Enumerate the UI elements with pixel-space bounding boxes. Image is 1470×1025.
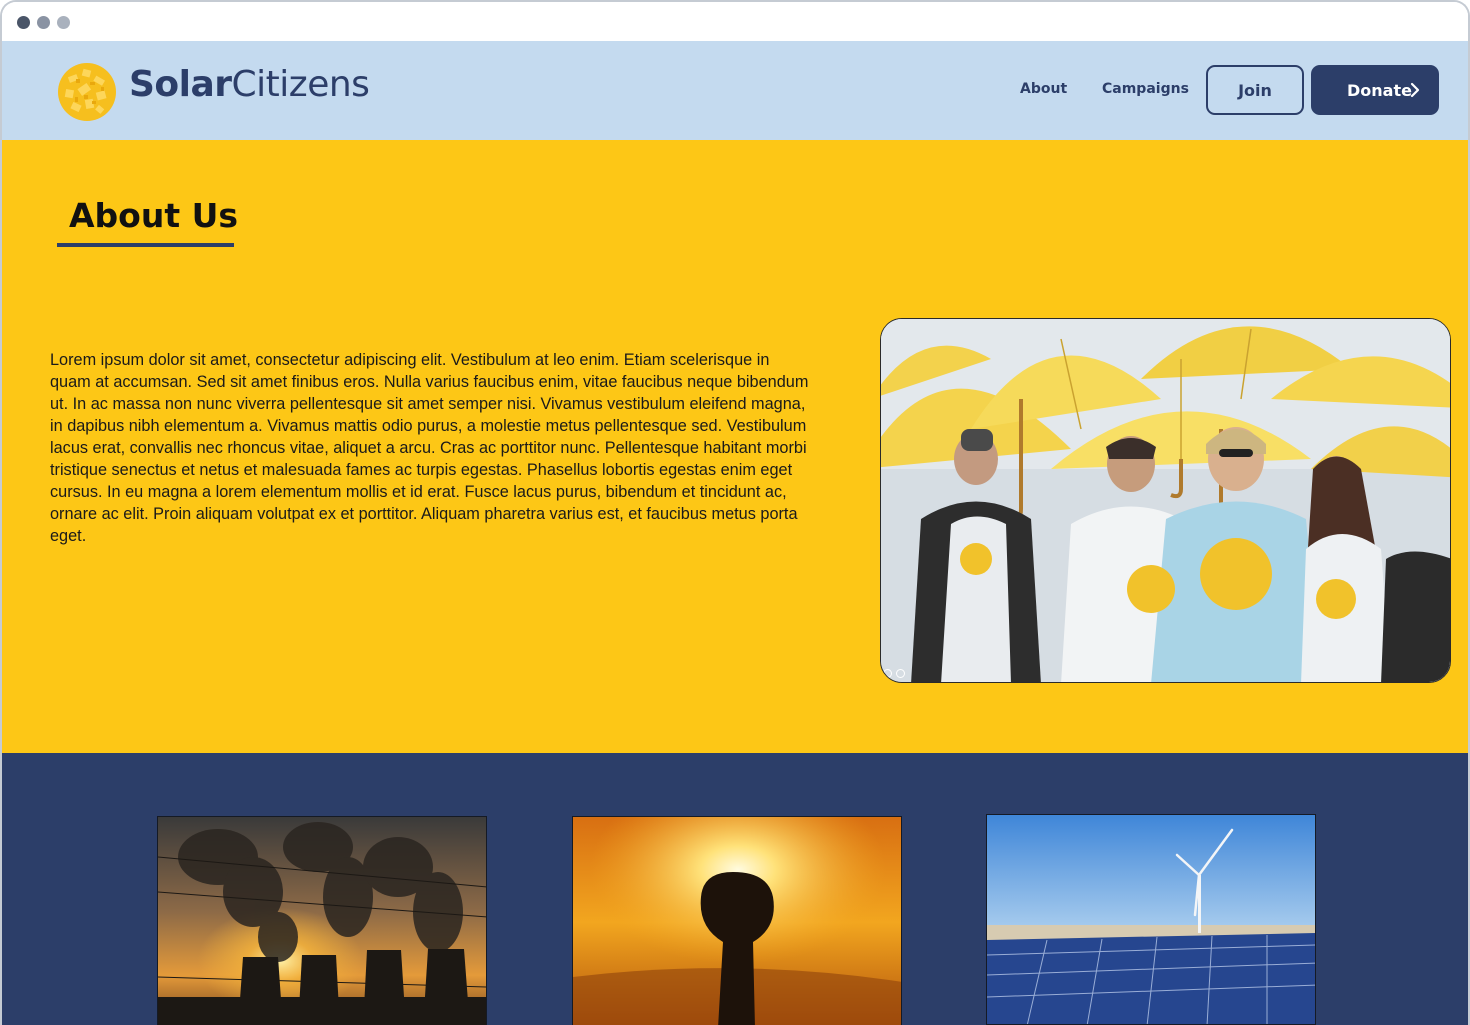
about-section: About Us Lorem ipsum dolor sit amet, con… [2,140,1468,753]
campaign-card-power-to-people[interactable] [572,816,902,1025]
people-with-umbrellas-image [881,319,1450,682]
about-title: About Us [69,196,239,235]
carousel-indicators [883,669,905,678]
donate-button[interactable]: Donate [1311,65,1439,115]
join-button-label: Join [1238,80,1272,100]
about-photo-carousel[interactable] [880,318,1451,683]
site-header: SolarCitizens About Campaigns Join Donat… [2,41,1468,140]
solar-citizens-logo-icon[interactable] [56,61,118,123]
chevron-right-icon [1410,82,1420,98]
carousel-dot[interactable] [883,669,892,678]
join-button[interactable]: Join [1206,65,1304,115]
about-title-underline [57,243,234,247]
solar-panels-wind-turbine-image [987,815,1315,1024]
brand-name-bold: Solar [129,64,232,105]
brand-wordmark[interactable]: SolarCitizens [129,64,370,105]
brand-name-regular: Citizens [231,64,370,105]
donate-button-label: Donate [1347,80,1412,100]
campaign-card-coal-power[interactable] [157,816,487,1025]
nav-link-about[interactable]: About [1020,81,1067,97]
browser-window: SolarCitizens About Campaigns Join Donat… [0,0,1470,1025]
nav-link-campaigns[interactable]: Campaigns [1102,81,1189,97]
window-minimize-dot[interactable] [37,16,50,29]
campaign-card-renewables[interactable] [986,814,1316,1025]
window-maximize-dot[interactable] [57,16,70,29]
raised-fist-sunset-image [573,817,901,1025]
window-titlebar [2,2,1468,41]
campaigns-section [2,753,1468,1025]
power-plant-smoke-image [158,817,486,1025]
window-close-dot[interactable] [17,16,30,29]
carousel-dot[interactable] [896,669,905,678]
about-body-text: Lorem ipsum dolor sit amet, consectetur … [50,351,809,545]
